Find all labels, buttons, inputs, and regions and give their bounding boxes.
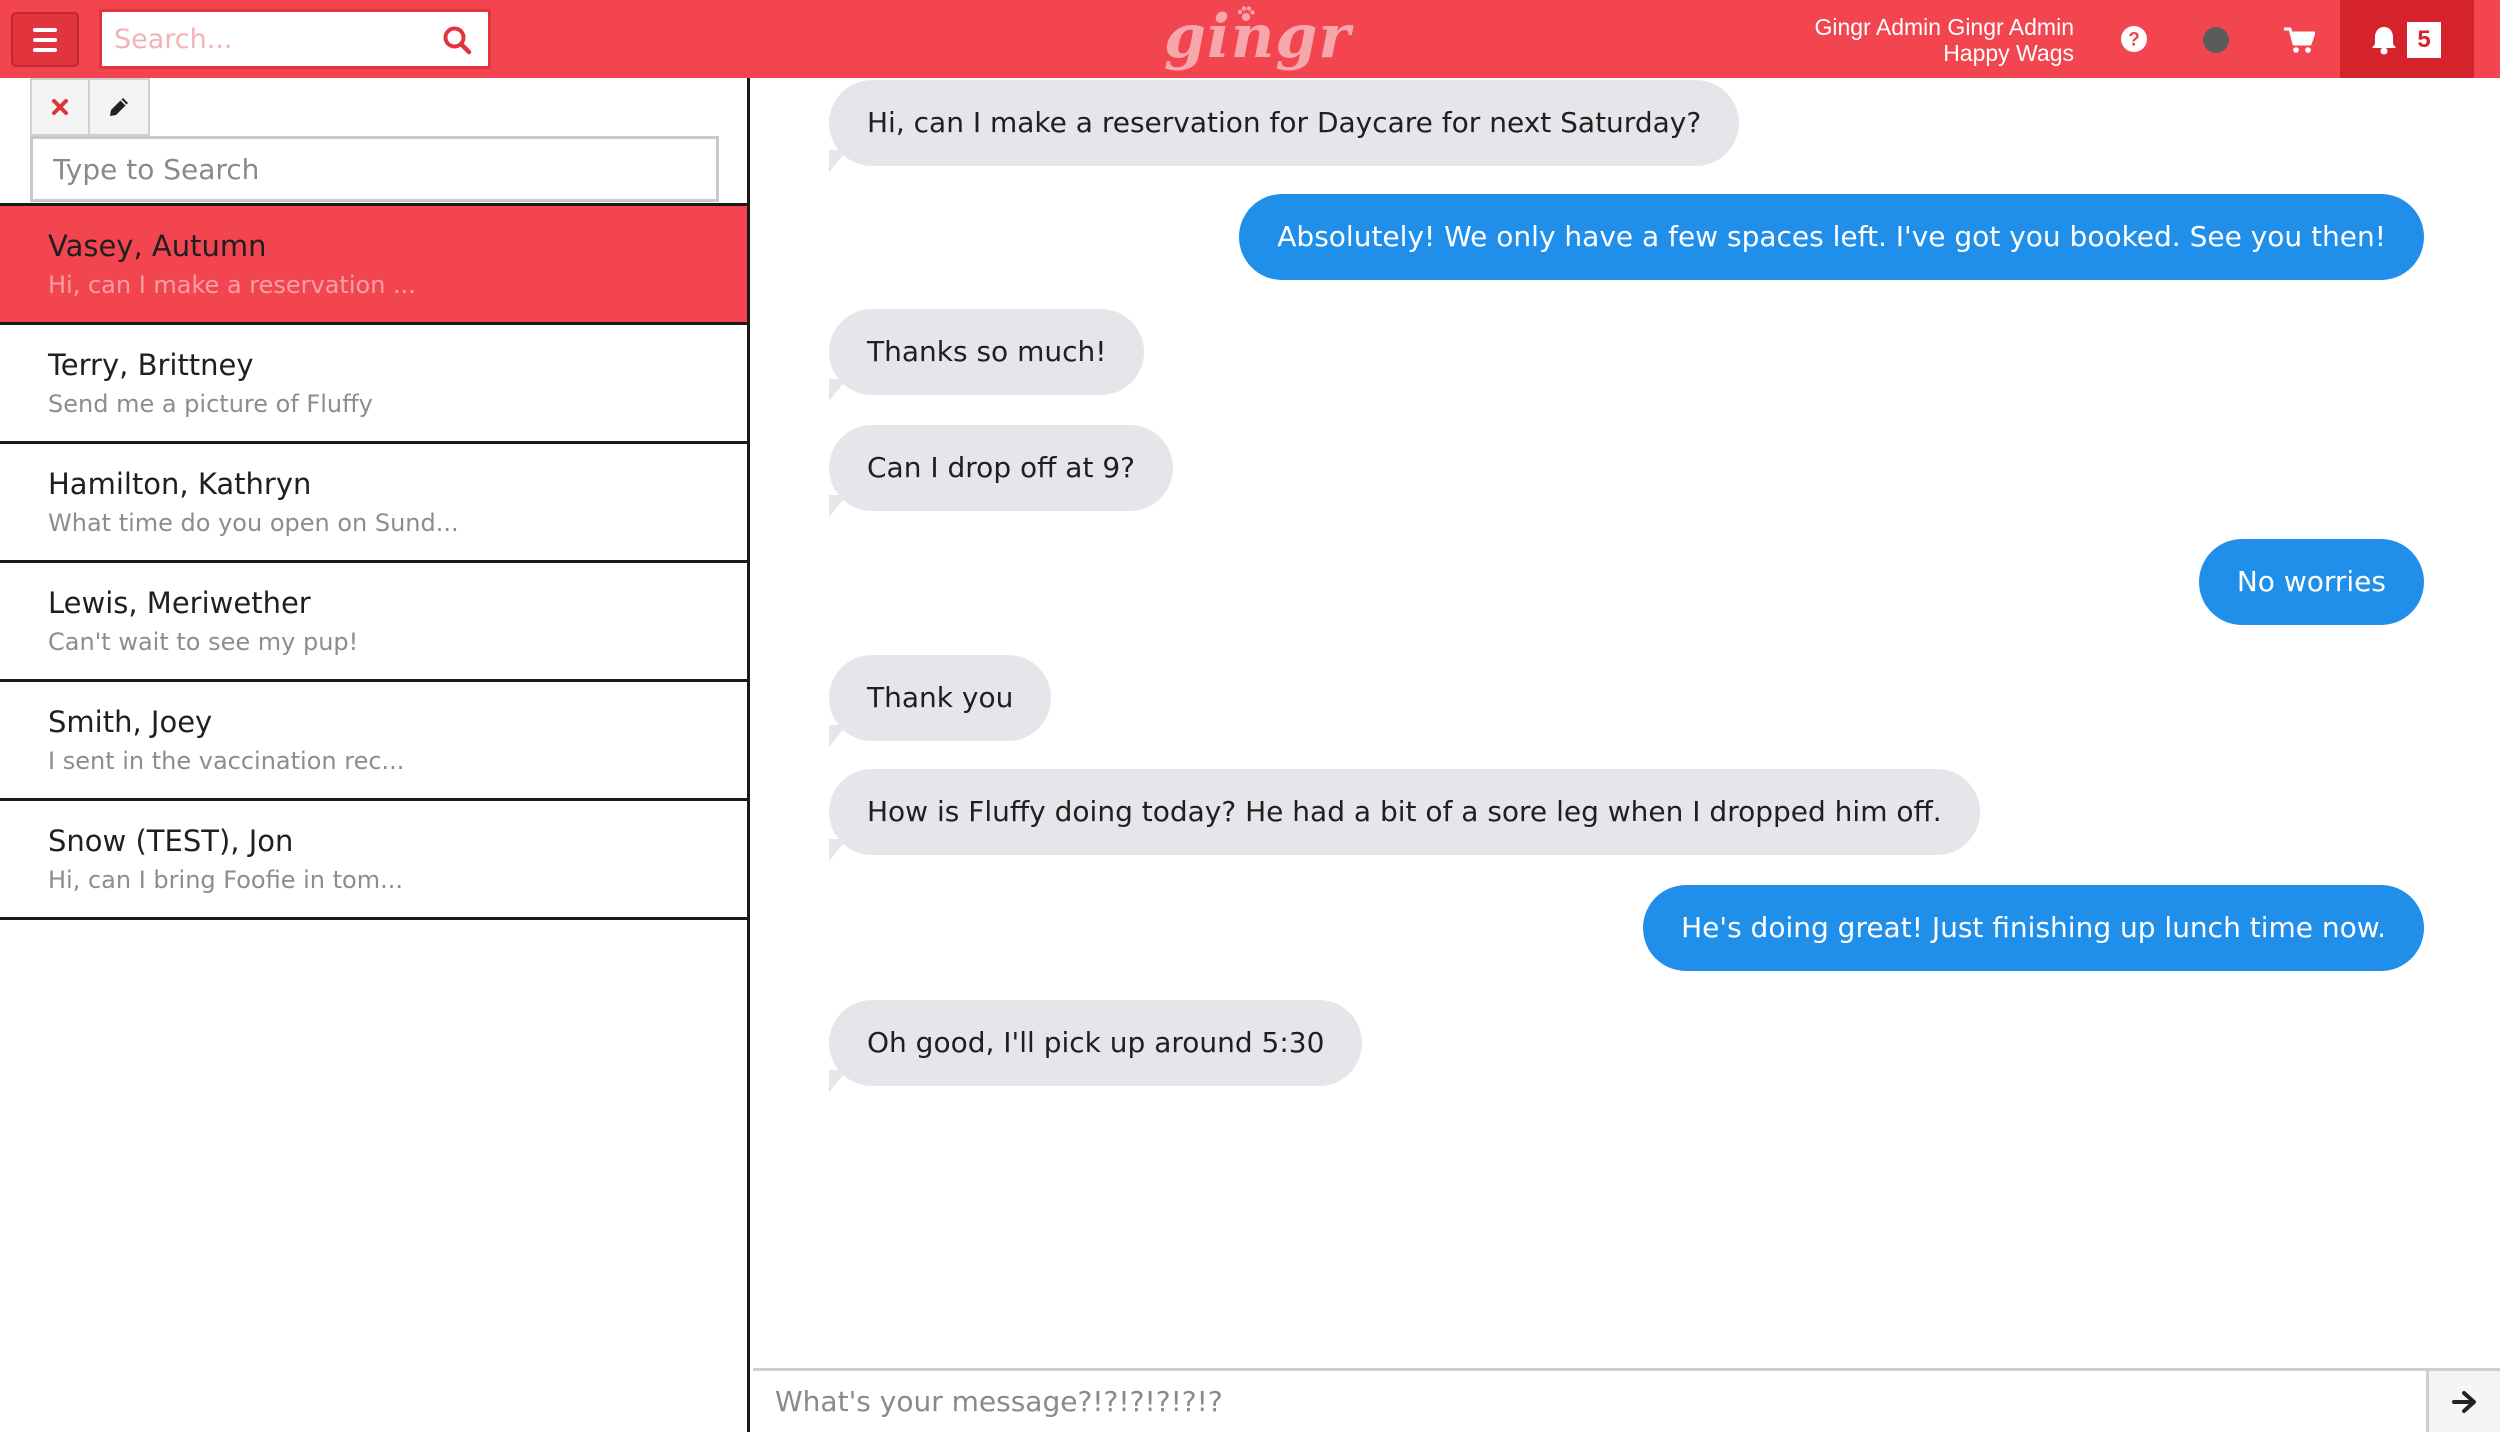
conversation-name: Snow (TEST), Jon	[48, 824, 294, 858]
help-icon[interactable]: ?	[2120, 25, 2148, 53]
conversation-preview: Can't wait to see my pup!	[48, 628, 359, 656]
chat-thread: Hi, can I make a reservation for Daycare…	[753, 78, 2500, 1368]
conversation-preview: What time do you open on Sund...	[48, 509, 459, 537]
conversation-item-hamilton-kathryn[interactable]: Hamilton, Kathryn What time do you open …	[0, 444, 747, 563]
message-bubble-outgoing: He's doing great! Just finishing up lunc…	[1643, 885, 2424, 971]
conversation-sidebar: Vasey, Autumn Hi, can I make a reservati…	[0, 78, 750, 1432]
arrow-right-icon	[2451, 1390, 2476, 1413]
conversation-item-vasey-autumn[interactable]: Vasey, Autumn Hi, can I make a reservati…	[0, 206, 747, 325]
notification-count-badge: 5	[2407, 22, 2441, 58]
message-bubble-incoming: Thank you	[829, 655, 1052, 747]
message-text: He's doing great! Just finishing up lunc…	[1681, 911, 2386, 944]
conversation-name: Hamilton, Kathryn	[48, 467, 312, 501]
conversation-name: Vasey, Autumn	[48, 229, 267, 263]
bell-icon	[2372, 27, 2396, 55]
conversation-item-smith-joey[interactable]: Smith, Joey I sent in the vaccination re…	[0, 682, 747, 801]
clear-button[interactable]	[30, 78, 90, 136]
status-indicator[interactable]	[2203, 27, 2229, 53]
conversation-item-snow-jon[interactable]: Snow (TEST), Jon Hi, can I bring Foofie …	[0, 801, 747, 920]
conversation-list: Vasey, Autumn Hi, can I make a reservati…	[0, 203, 747, 920]
search-icon[interactable]	[442, 25, 472, 55]
user-info[interactable]: Gingr Admin Gingr Admin Happy Wags	[1814, 14, 2074, 66]
message-text: Thanks so much!	[867, 335, 1107, 368]
compose-button[interactable]	[90, 78, 150, 136]
conversation-preview: Hi, can I bring Foofie in tom...	[48, 866, 403, 894]
message-input[interactable]	[753, 1371, 2425, 1432]
menu-button[interactable]	[11, 12, 79, 67]
close-icon	[52, 99, 68, 115]
message-bubble-incoming: Can I drop off at 9?	[829, 425, 1174, 517]
message-text: Hi, can I make a reservation for Daycare…	[867, 106, 1702, 139]
message-text: Absolutely! We only have a few spaces le…	[1277, 220, 2386, 253]
message-text: Thank you	[867, 681, 1014, 714]
top-bar: gingr Gingr Admin Gingr Admin Happy Wags…	[0, 0, 2500, 78]
message-composer	[753, 1368, 2500, 1432]
sidebar-toolbar	[30, 78, 150, 136]
send-button[interactable]	[2426, 1371, 2500, 1432]
notifications-button[interactable]: 5	[2340, 0, 2474, 78]
paw-icon	[1237, 6, 1255, 21]
location-name: Happy Wags	[1943, 40, 2074, 66]
conversation-name: Smith, Joey	[48, 705, 213, 739]
message-bubble-incoming: How is Fluffy doing today? He had a bit …	[829, 769, 1980, 861]
gingr-logo[interactable]: gingr	[1164, 2, 1351, 76]
message-text: How is Fluffy doing today? He had a bit …	[867, 795, 1942, 828]
conversation-name: Lewis, Meriwether	[48, 586, 311, 620]
message-text: Oh good, I'll pick up around 5:30	[867, 1026, 1325, 1059]
conversation-item-lewis-meriwether[interactable]: Lewis, Meriwether Can't wait to see my p…	[0, 563, 747, 682]
user-name: Gingr Admin Gingr Admin	[1814, 14, 2074, 40]
conversation-search-input[interactable]	[33, 139, 716, 199]
conversation-search	[30, 136, 719, 202]
conversation-item-terry-brittney[interactable]: Terry, Brittney Send me a picture of Flu…	[0, 325, 747, 444]
global-search-input[interactable]	[102, 12, 422, 66]
hamburger-icon	[33, 27, 57, 32]
cart-icon[interactable]	[2283, 26, 2315, 54]
svg-text:?: ?	[2128, 30, 2140, 51]
global-search	[99, 9, 491, 69]
conversation-preview: Send me a picture of Fluffy	[48, 390, 373, 418]
pencil-icon	[110, 98, 128, 116]
message-bubble-incoming: Hi, can I make a reservation for Daycare…	[829, 80, 1740, 172]
message-text: Can I drop off at 9?	[867, 451, 1136, 484]
message-bubble-incoming: Thanks so much!	[829, 309, 1145, 401]
message-text: No worries	[2236, 565, 2386, 598]
message-bubble-outgoing: Absolutely! We only have a few spaces le…	[1239, 194, 2424, 280]
message-bubble-outgoing: No worries	[2198, 539, 2424, 625]
conversation-preview: Hi, can I make a reservation ...	[48, 271, 416, 299]
conversation-preview: I sent in the vaccination rec...	[48, 747, 405, 775]
conversation-name: Terry, Brittney	[48, 348, 254, 382]
message-bubble-incoming: Oh good, I'll pick up around 5:30	[829, 1000, 1363, 1092]
